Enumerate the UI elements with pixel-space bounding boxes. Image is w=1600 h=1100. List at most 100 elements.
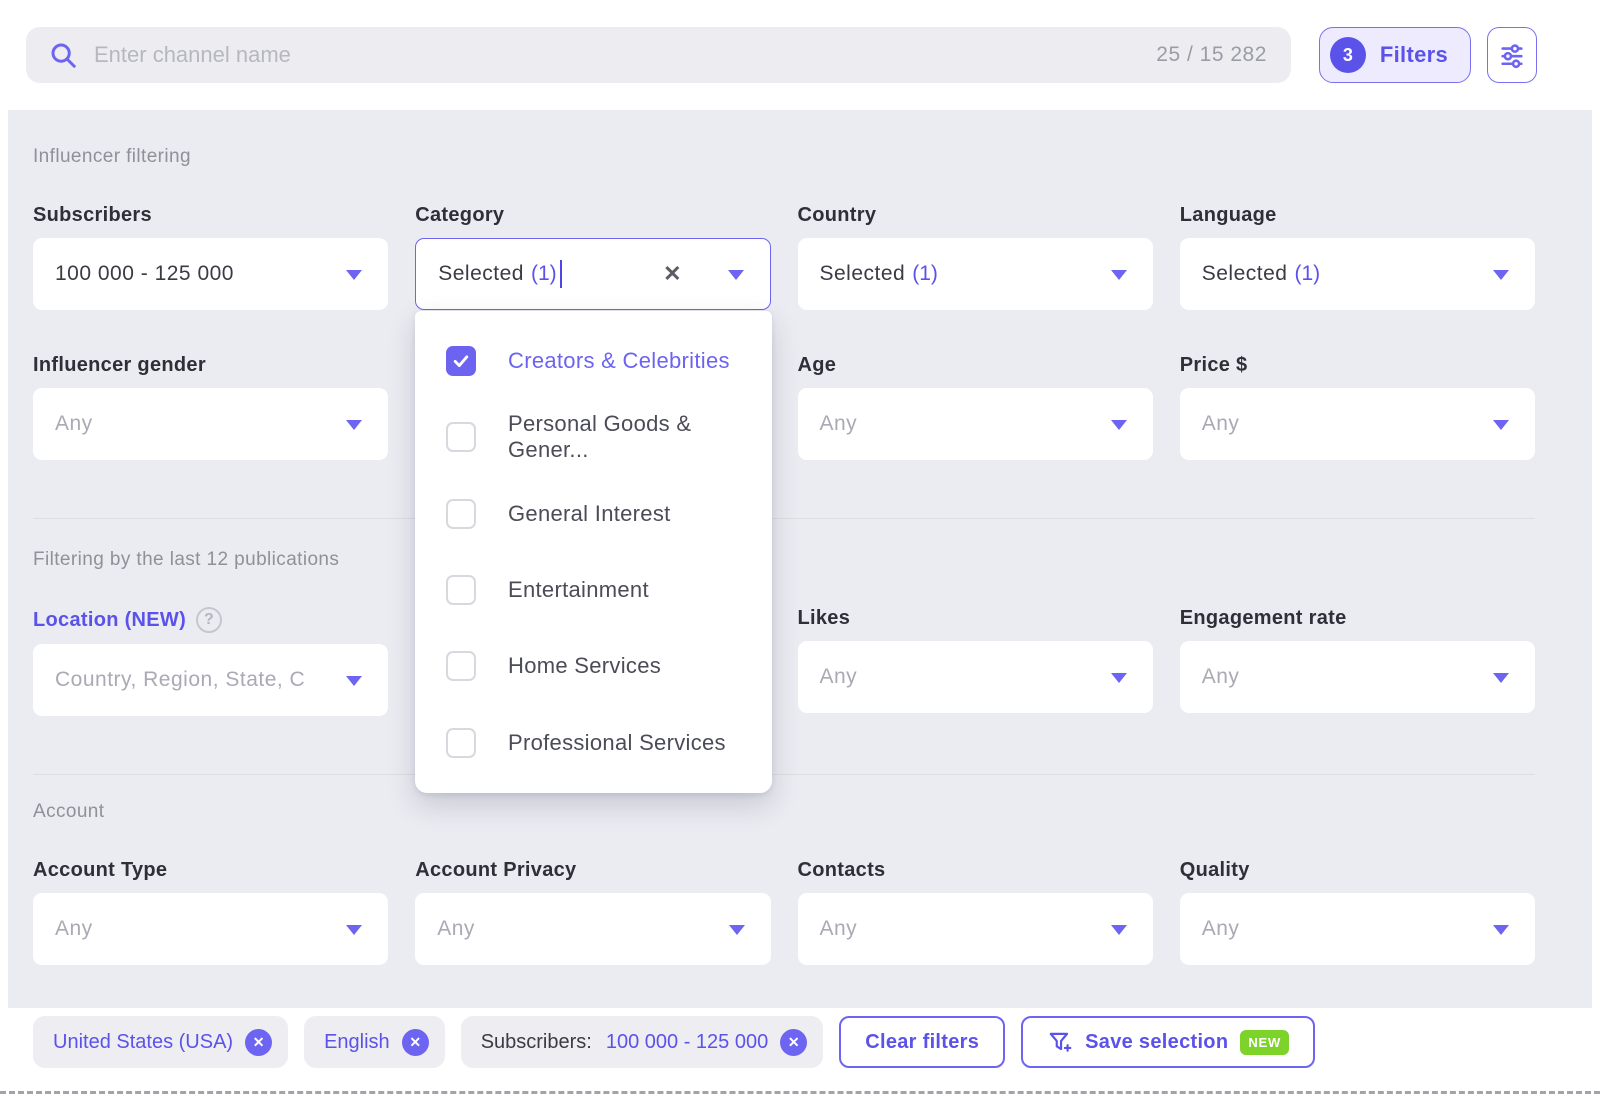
chevron-down-icon <box>1493 925 1509 935</box>
help-icon[interactable]: ? <box>196 607 222 633</box>
contacts-select[interactable]: Any <box>798 893 1153 965</box>
checkbox-checked-icon[interactable] <box>446 346 476 376</box>
location-select[interactable]: Country, Region, State, C <box>33 644 388 716</box>
advanced-settings-button[interactable] <box>1487 27 1537 83</box>
field-subscribers: Subscribers 100 000 - 125 000 <box>33 204 388 310</box>
option-label: Home Services <box>508 653 661 679</box>
chip-language: English ✕ <box>304 1016 445 1068</box>
save-selection-button[interactable]: Save selection NEW <box>1021 1016 1315 1068</box>
remove-chip-icon[interactable]: ✕ <box>245 1029 272 1056</box>
likes-select[interactable]: Any <box>798 641 1153 713</box>
price-select[interactable]: Any <box>1180 388 1535 460</box>
country-select[interactable]: Selected (1) <box>798 238 1153 310</box>
option-label: General Interest <box>508 501 671 527</box>
category-count: (1) <box>531 262 557 286</box>
engagement-select[interactable]: Any <box>1180 641 1535 713</box>
search-icon <box>48 40 78 70</box>
channel-search-box[interactable]: 25 / 15 282 <box>26 27 1291 83</box>
section-account: Account <box>33 801 1535 823</box>
gender-select[interactable]: Any <box>33 388 388 460</box>
location-label: Location (NEW) ? <box>33 607 388 633</box>
country-count: (1) <box>912 262 938 286</box>
chip-value: United States (USA) <box>53 1031 233 1054</box>
chip-subscribers: Subscribers: 100 000 - 125 000 ✕ <box>461 1016 824 1068</box>
category-option[interactable]: General Interest <box>415 476 772 552</box>
price-label: Price $ <box>1180 354 1535 377</box>
field-likes: Likes Any <box>798 607 1153 716</box>
chip-value: English <box>324 1031 390 1054</box>
subscribers-value: 100 000 - 125 000 <box>55 262 234 286</box>
field-account-type: Account Type Any <box>33 859 388 965</box>
remove-chip-icon[interactable]: ✕ <box>780 1029 807 1056</box>
checkbox-icon[interactable] <box>446 499 476 529</box>
account-privacy-label: Account Privacy <box>415 859 770 882</box>
divider <box>33 518 1535 519</box>
language-value: Selected <box>1202 262 1288 286</box>
chevron-down-icon <box>1493 270 1509 280</box>
divider <box>33 774 1535 775</box>
field-category: Category Selected (1) ✕ <box>415 204 770 310</box>
contacts-label: Contacts <box>798 859 1153 882</box>
account-privacy-select[interactable]: Any <box>415 893 770 965</box>
category-option[interactable]: Creators & Celebrities <box>415 323 772 399</box>
filters-button[interactable]: 3 Filters <box>1319 27 1471 83</box>
option-label: Personal Goods & Gener... <box>508 411 772 463</box>
category-option[interactable]: Personal Goods & Gener... <box>415 399 772 475</box>
location-placeholder: Country, Region, State, C <box>55 668 305 692</box>
likes-label: Likes <box>798 607 1153 630</box>
chevron-down-icon <box>346 676 362 686</box>
field-quality: Quality Any <box>1180 859 1535 965</box>
funnel-plus-icon <box>1047 1029 1073 1055</box>
language-select[interactable]: Selected (1) <box>1180 238 1535 310</box>
gender-placeholder: Any <box>55 412 93 436</box>
checkbox-icon[interactable] <box>446 575 476 605</box>
text-cursor <box>560 260 562 288</box>
engagement-label: Engagement rate <box>1180 607 1535 630</box>
clear-category-icon[interactable]: ✕ <box>663 261 681 287</box>
contacts-placeholder: Any <box>820 917 858 941</box>
account-type-placeholder: Any <box>55 917 93 941</box>
category-dropdown-panel: Creators & Celebrities Personal Goods & … <box>415 311 772 793</box>
option-label: Creators & Celebrities <box>508 348 730 374</box>
quality-select[interactable]: Any <box>1180 893 1535 965</box>
chevron-down-icon <box>729 925 745 935</box>
section-publications-filtering: Filtering by the last 12 publications <box>33 549 1535 571</box>
chevron-down-icon <box>1493 673 1509 683</box>
field-age: Age Any <box>798 354 1153 460</box>
top-bar: 25 / 15 282 3 Filters <box>0 0 1600 110</box>
remove-chip-icon[interactable]: ✕ <box>402 1029 429 1056</box>
subscribers-label: Subscribers <box>33 204 388 227</box>
chevron-down-icon <box>346 270 362 280</box>
field-engagement-rate: Engagement rate Any <box>1180 607 1535 716</box>
gender-label: Influencer gender <box>33 354 388 377</box>
category-option[interactable]: Professional Services <box>415 705 772 781</box>
chip-country: United States (USA) ✕ <box>33 1016 288 1068</box>
checkbox-icon[interactable] <box>446 728 476 758</box>
chevron-down-icon <box>728 270 744 280</box>
age-select[interactable]: Any <box>798 388 1153 460</box>
checkbox-icon[interactable] <box>446 422 476 452</box>
quality-placeholder: Any <box>1202 917 1240 941</box>
filters-button-label: Filters <box>1380 42 1448 68</box>
engagement-placeholder: Any <box>1202 665 1240 689</box>
account-privacy-placeholder: Any <box>437 917 475 941</box>
category-select[interactable]: Selected (1) ✕ <box>415 238 770 310</box>
option-label: Entertainment <box>508 577 649 603</box>
chevron-down-icon <box>1111 925 1127 935</box>
checkbox-icon[interactable] <box>446 651 476 681</box>
clear-filters-button[interactable]: Clear filters <box>839 1016 1005 1068</box>
subscribers-select[interactable]: 100 000 - 125 000 <box>33 238 388 310</box>
category-label: Category <box>415 204 770 227</box>
chip-value: 100 000 - 125 000 <box>606 1031 768 1054</box>
age-placeholder: Any <box>820 412 858 436</box>
category-option[interactable]: Home Services <box>415 628 772 704</box>
chevron-down-icon <box>1111 270 1127 280</box>
search-input[interactable] <box>94 42 1156 68</box>
new-badge: NEW <box>1240 1030 1289 1055</box>
country-label: Country <box>798 204 1153 227</box>
field-location: Location (NEW) ? Country, Region, State,… <box>33 607 388 716</box>
account-type-select[interactable]: Any <box>33 893 388 965</box>
likes-placeholder: Any <box>820 665 858 689</box>
category-option[interactable]: Entertainment <box>415 552 772 628</box>
filters-count-badge: 3 <box>1330 37 1366 73</box>
